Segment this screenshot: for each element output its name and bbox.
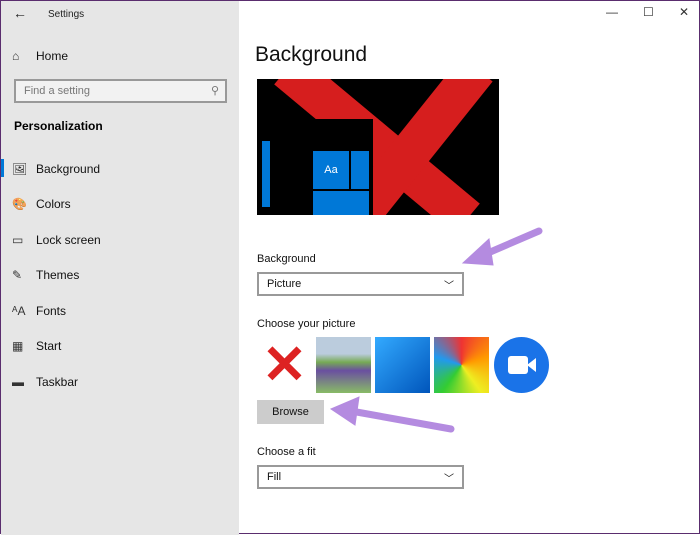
arrow-to-browse bbox=[347, 407, 455, 433]
arrowhead bbox=[329, 396, 360, 426]
annotation-arrows bbox=[329, 227, 543, 433]
arrowhead bbox=[461, 237, 494, 266]
